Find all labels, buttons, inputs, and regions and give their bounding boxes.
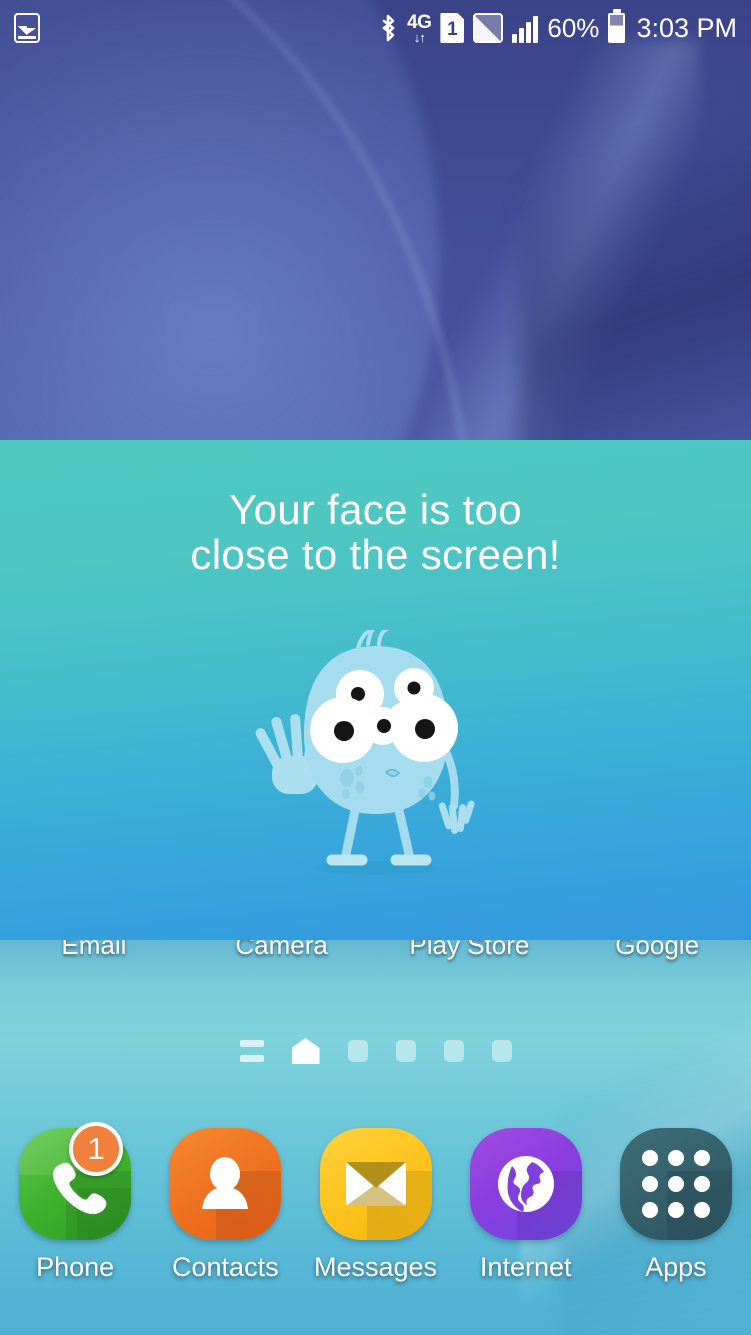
sim-card-icon: 1: [440, 13, 465, 43]
status-bar-right: 4G ↓↑ 1 60% 3:03 PM: [378, 13, 737, 44]
page-dot-icon[interactable]: [491, 1040, 512, 1062]
status-bar-left: [14, 13, 40, 43]
dock-item-contacts[interactable]: Contacts: [150, 1128, 300, 1283]
page-dot-icon[interactable]: [443, 1040, 464, 1062]
clock-label: 3:03 PM: [636, 12, 737, 43]
screenshot-image-icon: [14, 13, 40, 43]
bluetooth-icon: [378, 13, 398, 43]
monster-svg: [255, 625, 475, 875]
monster-illustration: [246, 625, 506, 880]
phone-handset-icon[interactable]: 1: [19, 1122, 132, 1240]
dock-item-phone[interactable]: 1 Phone: [0, 1122, 150, 1283]
dock-label: Apps: [645, 1252, 707, 1282]
signal-inactive-icon: [473, 13, 504, 43]
network-type-icon: 4G ↓↑: [407, 11, 432, 45]
page-dot-icon[interactable]: [347, 1040, 368, 1062]
network-arrows-icon: ↓↑: [413, 29, 426, 45]
dock-item-internet[interactable]: Internet: [451, 1128, 601, 1283]
signal-bars-icon: [512, 13, 539, 43]
envelope-icon[interactable]: [319, 1128, 432, 1240]
page-dot-icon[interactable]: [395, 1040, 416, 1062]
phone-badge: 1: [69, 1122, 124, 1176]
dock-item-apps[interactable]: Apps: [601, 1128, 751, 1283]
dock-label: Phone: [36, 1252, 115, 1282]
dock: 1 Phone Contacts Messages Internet Apps: [0, 1122, 751, 1283]
dock-label: Contacts: [172, 1252, 279, 1282]
dock-label: Internet: [479, 1252, 572, 1282]
dock-item-messages[interactable]: Messages: [300, 1128, 450, 1283]
contact-person-icon[interactable]: [169, 1128, 282, 1240]
home-page-icon[interactable]: [291, 1038, 320, 1064]
status-bar[interactable]: 4G ↓↑ 1 60% 3:03 PM: [0, 0, 751, 56]
dock-label: Messages: [313, 1252, 438, 1282]
phone-screen: Email Camera Play Store Google Your face…: [0, 0, 751, 1335]
battery-icon: [608, 13, 626, 43]
network-type-label: 4G: [407, 11, 432, 33]
globe-icon[interactable]: [469, 1128, 582, 1240]
briefing-page-icon[interactable]: [239, 1040, 264, 1062]
face-too-close-overlay[interactable]: Your face is too close to the screen!: [0, 440, 751, 940]
page-indicator: [0, 1038, 751, 1064]
overlay-message: Your face is too close to the screen!: [190, 486, 561, 578]
apps-grid-icon[interactable]: [619, 1128, 732, 1240]
battery-percent-label: 60%: [547, 12, 600, 43]
sim-slot-label: 1: [447, 18, 458, 40]
